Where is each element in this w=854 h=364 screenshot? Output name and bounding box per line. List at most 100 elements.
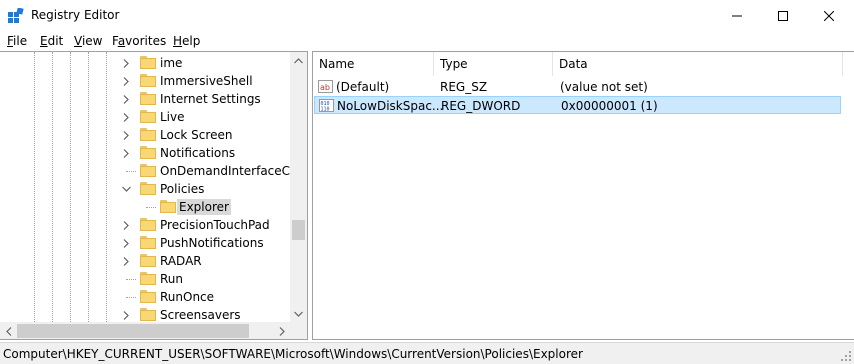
tree-node-label[interactable]: PushNotifications — [158, 235, 266, 251]
tree-connector — [126, 279, 136, 280]
expand-arrow-right-icon[interactable] — [120, 127, 132, 143]
tree-node-label[interactable]: OnDemandInterfaceCac — [158, 163, 290, 179]
scroll-corner — [290, 322, 307, 339]
expand-arrow-right-icon[interactable] — [120, 91, 132, 107]
tree-connector — [126, 171, 136, 172]
expand-arrow-right-icon[interactable] — [120, 235, 132, 251]
list-item[interactable]: 010 110 NoLowDiskSpac... REG_DWORD 0x0000000… — [314, 96, 841, 114]
cell-name: (Default) — [336, 80, 390, 94]
folder-icon — [140, 74, 156, 87]
tree-node-label[interactable]: Lock Screen — [158, 127, 234, 143]
string-value-icon: ab — [318, 80, 334, 94]
menu-help[interactable]: Help — [173, 34, 200, 48]
binary-value-icon: 010 110 — [319, 99, 335, 113]
tree-node[interactable]: Live — [0, 108, 290, 126]
tree-node[interactable]: Screensavers — [0, 306, 290, 322]
menu-file[interactable]: File — [7, 34, 27, 48]
tree-node[interactable]: ime — [0, 54, 290, 72]
tree-node[interactable]: Internet Settings — [0, 90, 290, 108]
menu-favorites[interactable]: Favorites — [112, 34, 166, 48]
resize-grip-icon[interactable] — [840, 350, 852, 362]
expand-arrow-right-icon[interactable] — [120, 217, 132, 233]
column-header-name[interactable]: Name — [313, 52, 434, 76]
cell-type: REG_SZ — [440, 80, 488, 94]
tree-node[interactable]: OnDemandInterfaceCac — [0, 162, 290, 180]
expand-arrow-right-icon[interactable] — [120, 73, 132, 89]
column-header-type[interactable]: Type — [434, 52, 553, 76]
chevron-right-icon — [279, 326, 285, 336]
tree-node[interactable]: Run — [0, 270, 290, 288]
tree-node-label[interactable]: Internet Settings — [158, 91, 263, 107]
tree-vertical-scrollbar[interactable] — [290, 52, 307, 322]
svg-text:ab: ab — [320, 83, 330, 92]
tree-node-label[interactable]: RunOnce — [158, 289, 216, 305]
tree-node[interactable]: ImmersiveShell — [0, 72, 290, 90]
maximize-button[interactable] — [760, 0, 806, 31]
column-header-data[interactable]: Data — [553, 52, 843, 76]
menu-bar: File Edit View Favorites Help — [0, 31, 854, 51]
folder-icon — [140, 272, 156, 285]
scroll-down-button[interactable] — [290, 305, 307, 322]
folder-icon — [140, 254, 156, 267]
tree-node[interactable]: Notifications — [0, 144, 290, 162]
folder-icon — [140, 164, 156, 177]
status-bar: Computer\HKEY_CURRENT_USER\SOFTWARE\Micr… — [0, 342, 854, 364]
expand-arrow-right-icon[interactable] — [120, 145, 132, 161]
maximize-icon — [778, 10, 788, 21]
minimize-button[interactable] — [714, 0, 760, 31]
tree-view[interactable]: ime ImmersiveShell Internet Settings Live Lo… — [0, 52, 290, 322]
tree-node-label[interactable]: Notifications — [158, 145, 237, 161]
chevron-left-icon — [5, 326, 11, 336]
tree-node-label[interactable]: ime — [158, 55, 184, 71]
expand-arrow-down-icon[interactable] — [120, 181, 132, 197]
tree-node[interactable]: PrecisionTouchPad — [0, 216, 290, 234]
scroll-up-button[interactable] — [290, 52, 307, 69]
folder-icon — [140, 308, 156, 321]
folder-icon — [140, 56, 156, 69]
close-icon — [824, 10, 834, 21]
tree-node-label[interactable]: Screensavers — [158, 307, 243, 322]
status-path: Computer\HKEY_CURRENT_USER\SOFTWARE\Micr… — [3, 347, 583, 361]
list-item[interactable]: ab (Default) REG_SZ (value not set) — [314, 78, 841, 96]
title-bar[interactable]: Registry Editor — [0, 0, 854, 31]
tree-node-label[interactable]: Live — [158, 109, 187, 125]
folder-icon — [140, 146, 156, 159]
expand-arrow-right-icon[interactable] — [120, 253, 132, 269]
folder-icon — [140, 236, 156, 249]
tree-node[interactable]: RunOnce — [0, 288, 290, 306]
close-button[interactable] — [806, 0, 852, 31]
scroll-thumb[interactable] — [292, 220, 305, 240]
tree-node-label[interactable]: RADAR — [158, 253, 204, 269]
tree-node-label[interactable]: Explorer — [177, 199, 231, 215]
menu-view[interactable]: View — [74, 34, 102, 48]
scroll-right-button[interactable] — [273, 322, 290, 339]
window-title: Registry Editor — [31, 8, 120, 22]
menu-edit[interactable]: Edit — [40, 34, 63, 48]
expand-arrow-right-icon[interactable] — [120, 307, 132, 322]
folder-icon — [140, 218, 156, 231]
tree-node[interactable]: Lock Screen — [0, 126, 290, 144]
folder-icon — [160, 200, 176, 213]
tree-node-label[interactable]: ImmersiveShell — [158, 73, 255, 89]
expand-arrow-right-icon[interactable] — [120, 109, 132, 125]
scroll-left-button[interactable] — [0, 322, 17, 339]
expand-arrow-right-icon[interactable] — [120, 55, 132, 71]
tree-node[interactable]: PushNotifications — [0, 234, 290, 252]
tree-node-label[interactable]: Run — [158, 271, 185, 287]
chevron-up-icon — [294, 57, 303, 63]
values-list-pane[interactable]: Name Type Data ab (Default) REG_SZ (value n… — [312, 51, 854, 340]
folder-icon — [140, 110, 156, 123]
tree-node-label[interactable]: Policies — [158, 181, 206, 197]
folder-icon — [140, 290, 156, 303]
cell-name: NoLowDiskSpac... — [337, 99, 444, 113]
scroll-thumb[interactable] — [17, 324, 249, 338]
tree-node[interactable]: Explorer — [0, 198, 290, 216]
tree-node[interactable]: Policies — [0, 180, 290, 198]
folder-icon — [140, 182, 156, 195]
minimize-icon — [732, 15, 742, 16]
tree-node[interactable]: RADAR — [0, 252, 290, 270]
tree-node-label[interactable]: PrecisionTouchPad — [158, 217, 272, 233]
folder-icon — [140, 128, 156, 141]
registry-tree-pane[interactable]: ime ImmersiveShell Internet Settings Live Lo… — [0, 51, 308, 340]
tree-horizontal-scrollbar[interactable] — [0, 322, 290, 339]
